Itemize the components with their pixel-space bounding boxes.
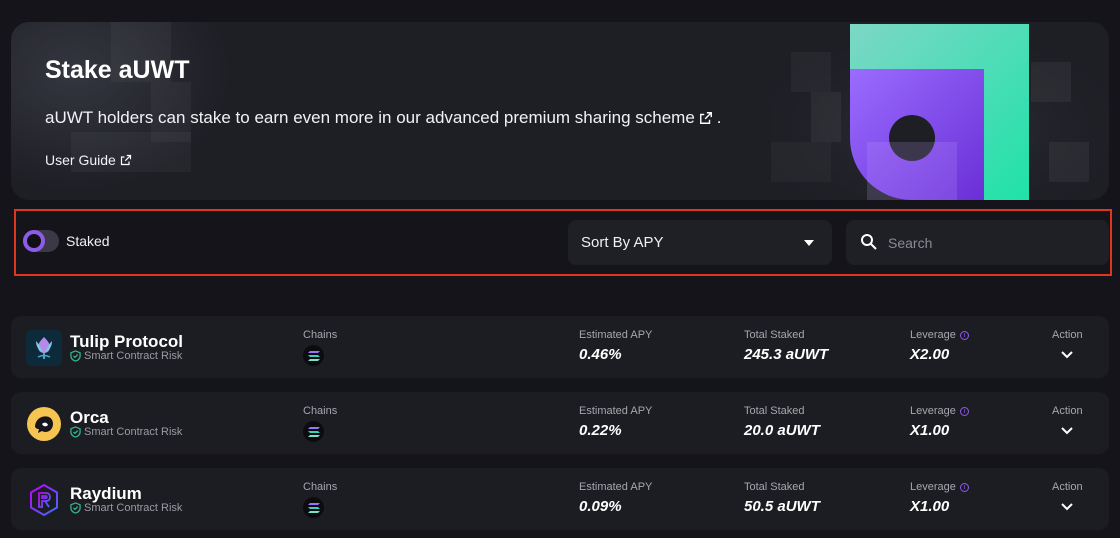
- search-input[interactable]: [888, 220, 1098, 265]
- shield-check-icon: [70, 350, 81, 362]
- chevron-down-icon[interactable]: [1060, 426, 1074, 436]
- apy-value: 0.22%: [579, 422, 622, 439]
- hero-brand-artwork: [771, 22, 1109, 200]
- apy-value: 0.09%: [579, 498, 622, 515]
- user-guide-label: User Guide: [45, 152, 116, 168]
- risk-label: Smart Contract Risk: [84, 350, 183, 362]
- hero-description: aUWT holders can stake to earn even more…: [45, 108, 722, 128]
- search-box: [846, 220, 1109, 265]
- hero-banner: Stake aUWT aUWT holders can stake to ear…: [11, 22, 1109, 200]
- chains-label: Chains: [303, 405, 338, 417]
- risk-badge: Smart Contract Risk: [70, 350, 182, 362]
- hero-description-suffix: .: [716, 108, 722, 127]
- chains-label: Chains: [303, 329, 338, 341]
- hero-description-text: aUWT holders can stake to earn even more…: [45, 108, 695, 127]
- leverage-label-text: Leverage: [910, 405, 956, 417]
- solana-icon: [303, 345, 324, 366]
- leverage-value: X1.00: [910, 498, 950, 515]
- search-icon: [861, 234, 877, 250]
- orca-logo: [26, 406, 62, 442]
- sort-dropdown[interactable]: Sort By APY: [568, 220, 832, 265]
- apy-label: Estimated APY: [579, 481, 653, 493]
- pool-row-tulip: Tulip Protocol Smart Contract Risk Chain…: [11, 316, 1109, 378]
- external-link-icon: [120, 154, 131, 166]
- risk-label: Smart Contract Risk: [84, 502, 183, 514]
- pool-name: Orca: [70, 408, 109, 427]
- chevron-down-icon[interactable]: [1060, 502, 1074, 512]
- chains-label: Chains: [303, 481, 338, 493]
- shield-check-icon: [70, 502, 81, 514]
- leverage-value: X2.00: [910, 346, 950, 363]
- raydium-logo: [26, 482, 62, 518]
- total-staked-label: Total Staked: [744, 405, 805, 417]
- total-staked-value: 20.0 aUWT: [744, 422, 820, 439]
- solana-icon: [303, 497, 324, 518]
- filter-bar: Staked Sort By APY: [14, 209, 1112, 276]
- apy-label: Estimated APY: [579, 405, 653, 417]
- leverage-value: X1.00: [910, 422, 950, 439]
- sort-dropdown-label: Sort By APY: [581, 234, 664, 251]
- pool-row-orca: Orca Smart Contract Risk Chains Estimate…: [11, 392, 1109, 454]
- shield-check-icon: [70, 426, 81, 438]
- tulip-logo: [26, 330, 62, 366]
- apy-label: Estimated APY: [579, 329, 653, 341]
- pool-name: Tulip Protocol: [70, 332, 184, 351]
- leverage-label: Leverage i: [910, 405, 969, 417]
- total-staked-label: Total Staked: [744, 481, 805, 493]
- staked-toggle[interactable]: [23, 230, 59, 252]
- action-label: Action: [1052, 405, 1083, 417]
- leverage-label: Leverage i: [910, 481, 969, 493]
- risk-label: Smart Contract Risk: [84, 426, 183, 438]
- page-title: Stake aUWT: [45, 56, 190, 84]
- pool-row-raydium: Raydium Smart Contract Risk Chains Estim…: [11, 468, 1109, 530]
- action-label: Action: [1052, 329, 1083, 341]
- pool-name: Raydium: [70, 484, 142, 503]
- info-icon[interactable]: i: [959, 406, 969, 416]
- leverage-label-text: Leverage: [910, 481, 956, 493]
- info-icon[interactable]: i: [959, 482, 969, 492]
- total-staked-value: 245.3 aUWT: [744, 346, 829, 363]
- leverage-label-text: Leverage: [910, 329, 956, 341]
- external-link-icon[interactable]: [699, 111, 713, 125]
- action-label: Action: [1052, 481, 1083, 493]
- apy-value: 0.46%: [579, 346, 622, 363]
- toggle-knob: [23, 230, 45, 252]
- total-staked-value: 50.5 aUWT: [744, 498, 820, 515]
- info-icon[interactable]: i: [959, 330, 969, 340]
- user-guide-link[interactable]: User Guide: [45, 152, 132, 168]
- total-staked-label: Total Staked: [744, 329, 805, 341]
- chevron-down-icon[interactable]: [1060, 350, 1074, 360]
- leverage-label: Leverage i: [910, 329, 969, 341]
- risk-badge: Smart Contract Risk: [70, 502, 182, 514]
- caret-down-icon: [804, 240, 814, 246]
- solana-icon: [303, 421, 324, 442]
- risk-badge: Smart Contract Risk: [70, 426, 182, 438]
- staked-toggle-label: Staked: [66, 233, 110, 249]
